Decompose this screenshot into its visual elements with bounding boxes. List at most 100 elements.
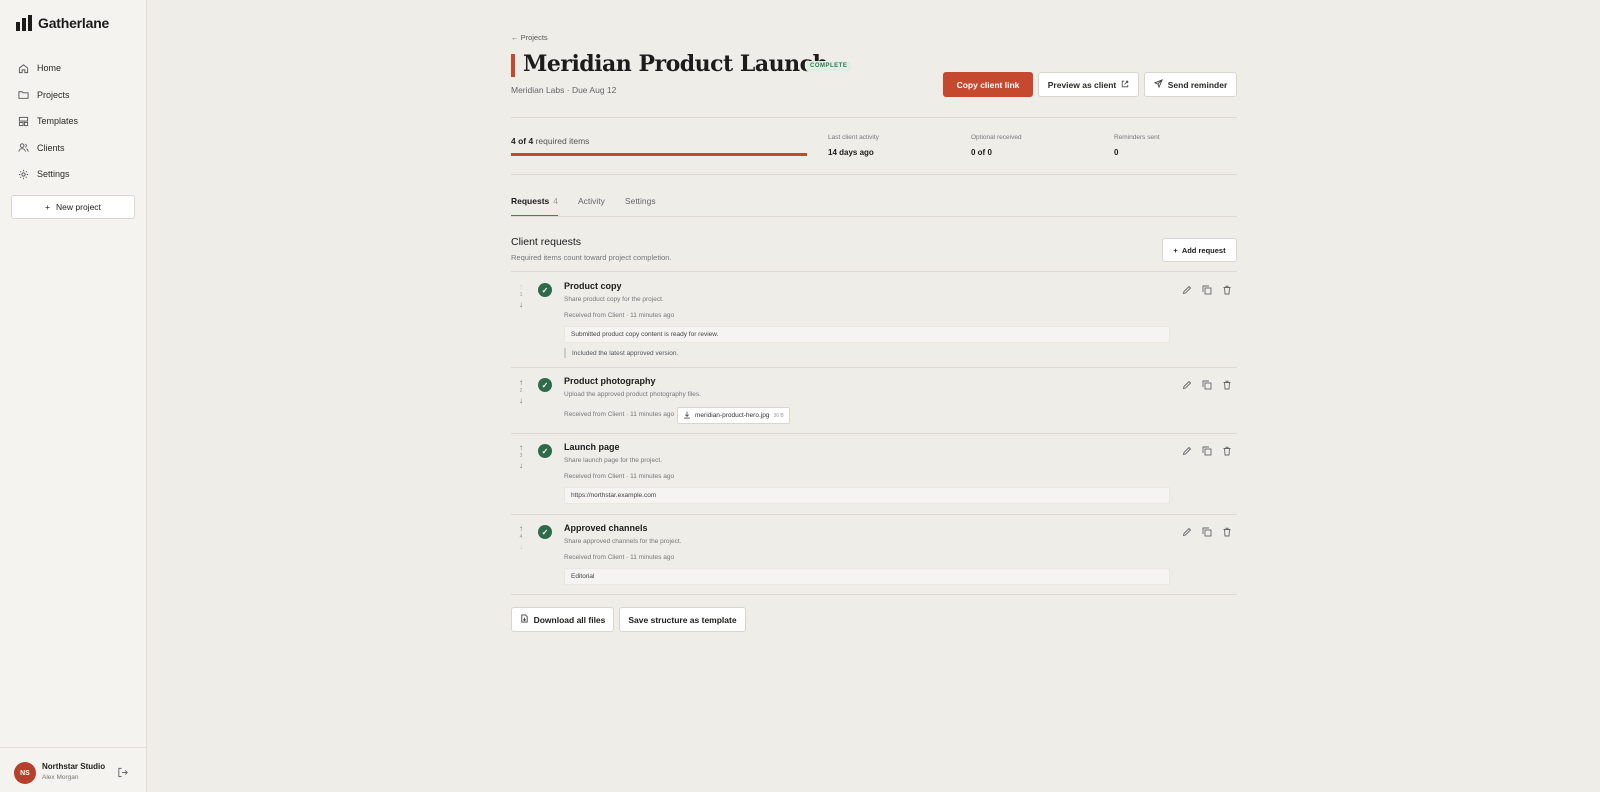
request-meta: Received from Client · 11 minutes ago <box>564 411 675 418</box>
edit-icon[interactable] <box>1182 380 1193 391</box>
duplicate-icon[interactable] <box>1202 380 1213 391</box>
move-down-icon[interactable]: ↓ <box>517 300 525 309</box>
response-content: Submitted product copy content is ready … <box>564 326 1170 343</box>
avatar[interactable]: NS <box>14 762 36 784</box>
request-number: 2 <box>519 388 523 394</box>
users-icon <box>18 142 29 153</box>
check-icon: ✓ <box>538 378 552 392</box>
section-subtitle: Required items count toward project comp… <box>511 253 672 262</box>
trash-icon[interactable] <box>1222 446 1233 457</box>
stat-value: 0 of 0 <box>971 148 992 157</box>
stat-value: 0 <box>1114 148 1119 157</box>
move-up-icon[interactable]: ↑ <box>517 378 525 387</box>
request-title: Product photography <box>564 376 656 386</box>
request-meta: Received from Client · 11 minutes ago <box>564 554 675 561</box>
send-icon <box>1153 79 1163 90</box>
trash-icon[interactable] <box>1222 285 1233 296</box>
sidebar-nav: Home Projects Templates Clients Settings <box>10 55 136 188</box>
reorder-controls: ↑ 2 ↓ <box>517 378 525 405</box>
sidebar-item-label: Projects <box>37 89 70 100</box>
request-actions <box>1182 446 1233 457</box>
file-attachment[interactable]: meridian-product-hero.jpg 36 B <box>677 407 790 424</box>
move-up-icon[interactable]: ↑ <box>517 443 525 452</box>
progress-fill <box>511 153 807 156</box>
progress-label: 4 of 4 required items <box>511 136 589 146</box>
tab-requests[interactable]: Requests 4 <box>511 196 558 217</box>
file-name: meridian-product-hero.jpg <box>695 412 770 419</box>
trash-icon[interactable] <box>1222 380 1233 391</box>
section-title: Client requests <box>511 236 582 248</box>
sidebar-item-clients[interactable]: Clients <box>10 135 136 162</box>
request-title: Approved channels <box>564 523 648 533</box>
sidebar-item-settings[interactable]: Settings <box>10 161 136 188</box>
check-icon: ✓ <box>538 283 552 297</box>
progress-text: required items <box>535 136 590 146</box>
back-link[interactable]: ← Projects <box>511 33 548 42</box>
sidebar-item-projects[interactable]: Projects <box>10 82 136 109</box>
sidebar-item-label: Home <box>37 63 62 74</box>
divider <box>511 594 1237 595</box>
tab-bar: Requests 4 Activity Settings <box>511 196 656 217</box>
plus-icon: + <box>45 202 51 212</box>
request-item: ↑ 4 ↓ ✓ Approved channels Share approved… <box>511 515 1237 594</box>
sidebar-item-label: Settings <box>37 169 70 180</box>
send-reminder-button[interactable]: Send reminder <box>1144 72 1237 97</box>
move-down-icon[interactable]: ↓ <box>517 542 525 551</box>
preview-as-client-button[interactable]: Preview as client <box>1038 72 1139 97</box>
copy-client-link-button[interactable]: Copy client link <box>943 72 1033 97</box>
request-number: 1 <box>519 292 523 298</box>
move-up-icon[interactable]: ↑ <box>517 524 525 533</box>
stat-reminders-sent: Reminders sent 0 <box>1114 134 1160 157</box>
account-panel: NS Northstar Studio Alex Morgan <box>0 747 147 792</box>
trash-icon[interactable] <box>1222 527 1233 538</box>
duplicate-icon[interactable] <box>1202 446 1213 457</box>
stat-label: Optional received <box>971 134 1022 141</box>
brand[interactable]: Gatherlane <box>16 15 109 31</box>
sidebar-item-templates[interactable]: Templates <box>10 108 136 135</box>
save-as-template-button[interactable]: Save structure as template <box>619 607 746 632</box>
request-item: ↑ 2 ↓ ✓ Product photography Upload the a… <box>511 368 1237 433</box>
stat-label: Last client activity <box>828 134 879 141</box>
request-actions <box>1182 380 1233 391</box>
new-project-button[interactable]: + New project <box>11 195 135 219</box>
add-request-label: Add request <box>1181 245 1226 255</box>
logout-icon[interactable] <box>117 767 128 778</box>
tab-label: Settings <box>624 196 656 206</box>
request-description: Share launch page for the project. <box>564 457 662 464</box>
edit-icon[interactable] <box>1182 446 1193 457</box>
request-meta: Received from Client · 11 minutes ago <box>564 312 675 319</box>
request-item: ↑ 3 ↓ ✓ Launch page Share launch page fo… <box>511 434 1237 514</box>
home-icon <box>18 63 29 74</box>
reorder-controls: ↑ 3 ↓ <box>517 443 525 470</box>
sidebar-item-home[interactable]: Home <box>10 55 136 82</box>
move-up-icon[interactable]: ↑ <box>517 282 525 291</box>
request-meta: Received from Client · 11 minutes ago <box>564 473 675 480</box>
request-description: Upload the approved product photography … <box>564 391 701 398</box>
request-description: Share product copy for the project. <box>564 296 664 303</box>
project-subtitle: Meridian Labs · Due Aug 12 <box>511 85 617 95</box>
move-down-icon[interactable]: ↓ <box>517 396 525 405</box>
duplicate-icon[interactable] <box>1202 527 1213 538</box>
send-reminder-label: Send reminder <box>1167 79 1228 90</box>
edit-icon[interactable] <box>1182 285 1193 296</box>
tab-count: 4 <box>553 196 558 206</box>
download-all-files-button[interactable]: Download all files <box>511 607 614 632</box>
response-note: Included the latest approved version. <box>564 348 678 358</box>
stat-value: 14 days ago <box>828 148 874 157</box>
download-all-label: Download all files <box>533 614 606 625</box>
tab-activity[interactable]: Activity <box>578 196 605 217</box>
divider <box>511 174 1237 175</box>
stat-last-activity: Last client activity 14 days ago <box>828 134 879 157</box>
add-request-button[interactable]: + Add request <box>1162 238 1237 262</box>
tab-settings[interactable]: Settings <box>625 196 656 217</box>
check-icon: ✓ <box>538 525 552 539</box>
user-name: Alex Morgan <box>42 774 79 781</box>
page-title: Meridian Product Launch <box>523 51 828 77</box>
edit-icon[interactable] <box>1182 527 1193 538</box>
request-number: 4 <box>519 534 523 540</box>
file-size: 36 B <box>773 412 784 419</box>
duplicate-icon[interactable] <box>1202 285 1213 296</box>
sidebar-item-label: Templates <box>37 116 79 127</box>
tab-label: Requests <box>511 196 550 206</box>
move-down-icon[interactable]: ↓ <box>517 461 525 470</box>
